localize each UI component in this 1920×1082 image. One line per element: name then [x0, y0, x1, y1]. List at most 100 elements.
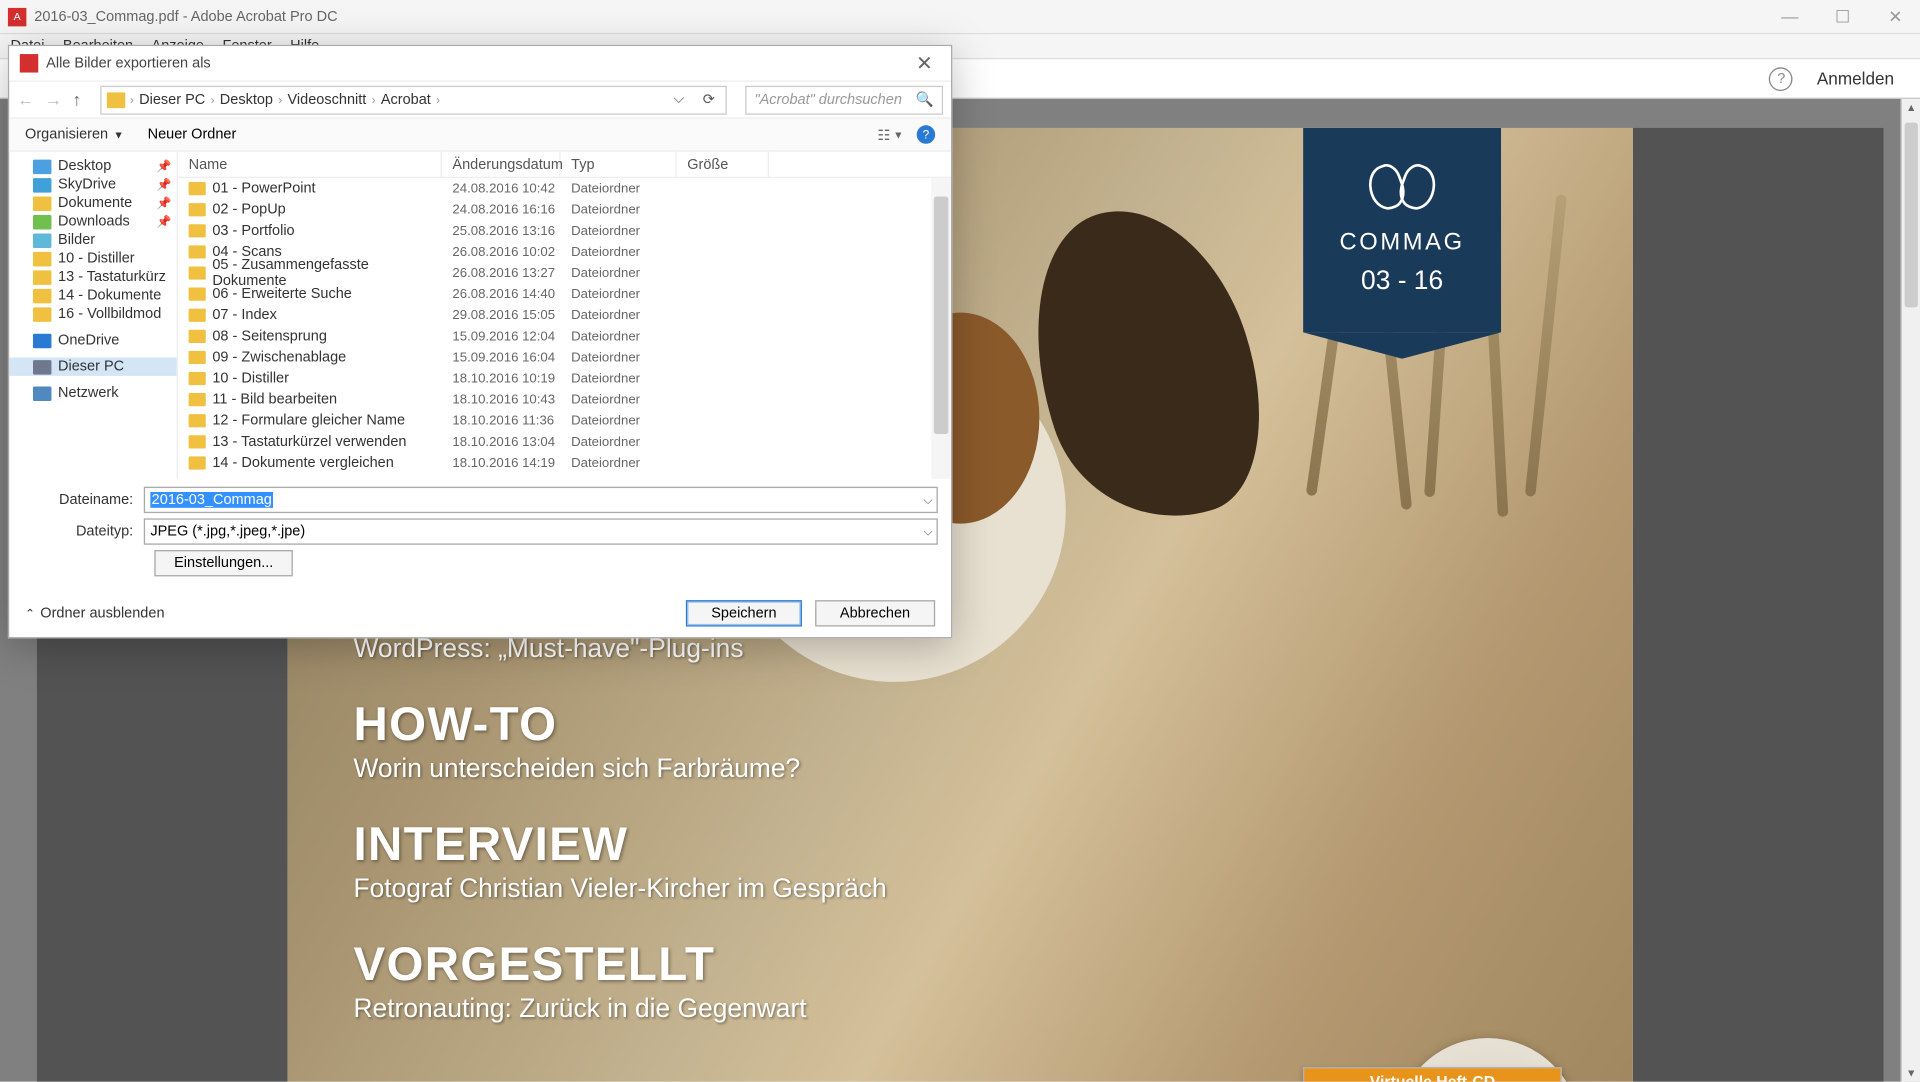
tree-item[interactable]: 10 - Distiller — [9, 249, 177, 267]
file-date: 24.08.2016 16:16 — [442, 202, 561, 217]
file-name: 03 - Portfolio — [212, 223, 294, 239]
tree-label: Dokumente — [58, 195, 132, 211]
dialog-icon — [20, 54, 38, 72]
tree-item[interactable]: Desktop📌 — [9, 157, 177, 175]
search-placeholder: "Acrobat" durchsuchen — [754, 92, 901, 108]
section-subtitle: Fotograf Christian Vieler-Kircher im Ges… — [353, 874, 886, 904]
file-row[interactable]: 05 - Zusammengefasste Dokumente26.08.201… — [178, 262, 951, 283]
dropdown-icon[interactable]: ⌵ — [924, 524, 933, 539]
tree-item[interactable]: OneDrive — [9, 331, 177, 349]
nav-up-icon[interactable]: ↑ — [73, 90, 82, 110]
file-type: Dateiordner — [561, 181, 677, 196]
file-name: 01 - PowerPoint — [212, 181, 315, 197]
crumb-pc[interactable]: Dieser PC — [139, 92, 205, 108]
file-row[interactable]: 12 - Formulare gleicher Name18.10.2016 1… — [178, 410, 951, 431]
section-subtitle: WordPress: „Must-have"-Plug-ins — [353, 634, 886, 664]
nav-forward-icon[interactable]: → — [45, 90, 62, 110]
file-date: 18.10.2016 13:04 — [442, 435, 561, 450]
help-icon[interactable]: ? — [1769, 67, 1793, 91]
folder-icon — [33, 333, 51, 348]
search-icon[interactable]: 🔍 — [916, 91, 934, 108]
tree-item[interactable]: Dieser PC — [9, 357, 177, 375]
file-row[interactable]: 07 - Index29.08.2016 15:05Dateiordner — [178, 305, 951, 326]
minimize-button[interactable]: — — [1773, 6, 1807, 27]
file-type: Dateiordner — [561, 456, 677, 471]
tree-item[interactable]: Downloads📌 — [9, 212, 177, 230]
file-row[interactable]: 06 - Erweiterte Suche26.08.2016 14:40Dat… — [178, 284, 951, 305]
breadcrumb[interactable]: › Dieser PC› Desktop› Videoschnitt› Acro… — [100, 85, 727, 114]
tree-item[interactable]: 14 - Dokumente — [9, 286, 177, 304]
tree-item[interactable]: Bilder — [9, 231, 177, 249]
tree-item[interactable]: 16 - Vollbildmod — [9, 305, 177, 323]
settings-button[interactable]: Einstellungen... — [154, 550, 293, 576]
scroll-up-icon[interactable]: ▲ — [1906, 102, 1916, 114]
filetype-select[interactable]: JPEG (*.jpg,*.jpeg,*.jpe) ⌵ — [144, 518, 938, 544]
maximize-button[interactable]: ☐ — [1825, 6, 1859, 27]
dropdown-icon[interactable]: ⌵ — [924, 493, 933, 508]
hide-folders-toggle[interactable]: ⌃ Ordner ausblenden — [25, 605, 164, 621]
nav-back-icon[interactable]: ← — [17, 90, 34, 110]
tree-item[interactable]: Dokumente📌 — [9, 194, 177, 212]
crumb-desktop[interactable]: Desktop — [220, 92, 273, 108]
section-heading: HOW-TO — [353, 696, 886, 751]
crumb-video[interactable]: Videoschnitt — [288, 92, 367, 108]
dialog-close-button[interactable]: ✕ — [908, 51, 940, 75]
file-name: 08 - Seitensprung — [212, 328, 327, 344]
dialog-help-icon[interactable]: ? — [917, 125, 935, 143]
search-input[interactable]: "Acrobat" durchsuchen 🔍 — [745, 85, 943, 114]
dropdown-icon[interactable]: ⌵ — [665, 91, 692, 108]
file-type: Dateiordner — [561, 266, 677, 281]
filename-input[interactable]: 2016-03_Commag ⌵ — [144, 487, 938, 513]
file-row[interactable]: 03 - Portfolio25.08.2016 13:16Dateiordne… — [178, 220, 951, 241]
folder-icon — [33, 270, 51, 285]
cancel-button[interactable]: Abbrechen — [815, 600, 935, 626]
folder-icon — [33, 288, 51, 303]
file-row[interactable]: 08 - Seitensprung15.09.2016 12:04Dateior… — [178, 326, 951, 347]
section-subtitle: Retronauting: Zurück in die Gegenwart — [353, 995, 886, 1025]
tree-label: Desktop — [58, 158, 111, 174]
file-row[interactable]: 14 - Dokumente vergleichen18.10.2016 14:… — [178, 452, 951, 473]
save-button[interactable]: Speichern — [686, 600, 801, 626]
close-button[interactable]: ✕ — [1878, 6, 1912, 27]
folder-icon — [189, 203, 206, 216]
login-link[interactable]: Anmelden — [1817, 69, 1894, 89]
col-size[interactable]: Größe — [677, 152, 769, 177]
tree-label: 16 - Vollbildmod — [58, 306, 161, 322]
dialog-title: Alle Bilder exportieren als — [46, 55, 211, 71]
file-row[interactable]: 02 - PopUp24.08.2016 16:16Dateiordner — [178, 199, 951, 220]
view-mode-button[interactable]: ☷ ▼ — [877, 126, 903, 143]
refresh-icon[interactable]: ⟳ — [697, 91, 720, 108]
tree-label: OneDrive — [58, 332, 119, 348]
file-row[interactable]: 09 - Zwischenablage15.09.2016 16:04Datei… — [178, 347, 951, 368]
file-name: 12 - Formulare gleicher Name — [212, 413, 405, 429]
folder-icon — [33, 359, 51, 374]
col-date[interactable]: Änderungsdatum — [442, 152, 561, 177]
tree-item[interactable]: SkyDrive📌 — [9, 175, 177, 193]
file-row[interactable]: 01 - PowerPoint24.08.2016 10:42Dateiordn… — [178, 178, 951, 199]
folder-icon — [33, 196, 51, 211]
vertical-scrollbar[interactable]: ▲ ▼ — [1901, 99, 1920, 1082]
file-date: 15.09.2016 16:04 — [442, 350, 561, 365]
file-row[interactable]: 10 - Distiller18.10.2016 10:19Dateiordne… — [178, 368, 951, 389]
col-name[interactable]: Name — [178, 152, 442, 177]
tree-item[interactable]: Netzwerk — [9, 384, 177, 402]
folder-icon — [33, 159, 51, 174]
folder-icon — [189, 372, 206, 385]
file-row[interactable]: 11 - Bild bearbeiten18.10.2016 10:43Date… — [178, 389, 951, 410]
section-heading: INTERVIEW — [353, 816, 886, 871]
scroll-down-icon[interactable]: ▼ — [1906, 1067, 1916, 1079]
save-dialog: Alle Bilder exportieren als ✕ ← → ↑ › Di… — [8, 45, 952, 639]
file-row[interactable]: 13 - Tastaturkürzel verwenden18.10.2016 … — [178, 431, 951, 452]
organize-button[interactable]: Organisieren ▼ — [25, 127, 124, 143]
new-folder-button[interactable]: Neuer Ordner — [148, 127, 237, 143]
list-scrollbar[interactable] — [931, 178, 951, 479]
crumb-acrobat[interactable]: Acrobat — [381, 92, 431, 108]
folder-icon — [189, 266, 206, 279]
tree-item[interactable]: 13 - Tastaturkürz — [9, 268, 177, 286]
folder-tree[interactable]: Desktop📌SkyDrive📌Dokumente📌Downloads📌Bil… — [9, 152, 178, 479]
folder-icon — [189, 330, 206, 343]
file-type: Dateiordner — [561, 371, 677, 386]
filename-value: 2016-03_Commag — [150, 492, 273, 508]
file-date: 26.08.2016 10:02 — [442, 245, 561, 260]
col-type[interactable]: Typ — [561, 152, 677, 177]
